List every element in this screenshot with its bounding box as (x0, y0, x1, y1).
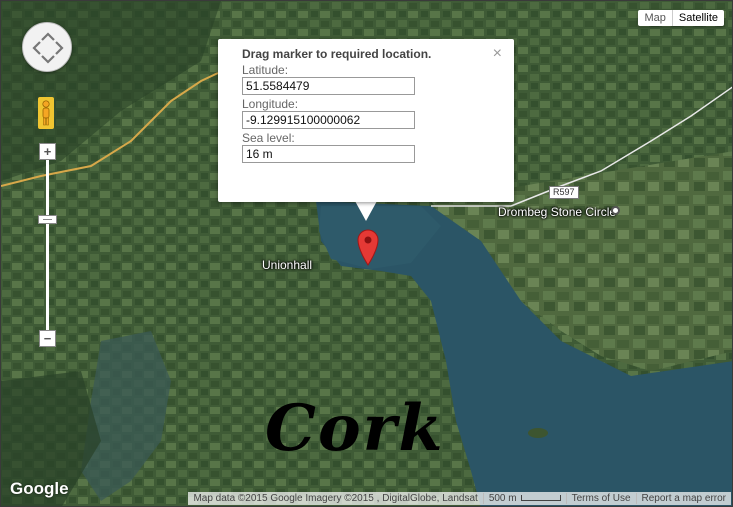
pan-right-icon (55, 41, 64, 55)
close-icon[interactable]: × (493, 45, 502, 63)
pegman-icon[interactable] (38, 97, 54, 129)
overlay-caption: Cork (265, 391, 445, 466)
map-data-attribution: Map data ©2015 Google Imagery ©2015 , Di… (193, 493, 478, 504)
sea-level-label: Sea level: (242, 131, 295, 145)
zoom-out-button[interactable]: − (39, 330, 56, 347)
sea-level-field[interactable]: 16 m (242, 145, 415, 163)
latitude-field[interactable]: 51.5584479 (242, 77, 415, 95)
scale-label: 500 m (488, 493, 517, 504)
pan-control[interactable] (22, 22, 72, 72)
report-error-link[interactable]: Report a map error (635, 493, 731, 504)
latitude-label: Latitude: (242, 63, 289, 77)
pan-left-icon (32, 41, 41, 55)
place-label-drombeg[interactable]: Drombeg Stone Circle (498, 205, 616, 219)
scale-control[interactable]: 500 m (482, 493, 566, 504)
google-logo[interactable]: Google (10, 479, 69, 499)
scale-bar-icon (520, 495, 561, 502)
pan-up-icon (41, 32, 55, 41)
zoom-track[interactable] (46, 153, 49, 335)
map-container[interactable]: Map Satellite + − Unionhall Drombeg Ston… (0, 0, 733, 507)
map-button[interactable]: Map (638, 10, 672, 26)
info-window-pointer (355, 201, 377, 221)
road-shield: R597 (549, 186, 579, 199)
place-label-unionhall[interactable]: Unionhall (262, 258, 312, 272)
terms-link[interactable]: Terms of Use (565, 493, 636, 504)
info-window-title: Drag marker to required location. (242, 47, 432, 61)
zoom-in-button[interactable]: + (39, 143, 56, 160)
poi-icon[interactable] (611, 206, 620, 215)
pan-down-icon (41, 55, 55, 64)
longitude-label: Longitude: (242, 97, 299, 111)
attribution-bar: Map data ©2015 Google Imagery ©2015 , Di… (188, 492, 731, 505)
zoom-slider-handle[interactable] (38, 215, 57, 224)
map-type-control: Map Satellite (638, 10, 724, 26)
satellite-button[interactable]: Satellite (671, 10, 724, 26)
location-marker-icon[interactable] (356, 228, 380, 266)
longitude-field[interactable]: -9.129915100000062 (242, 111, 415, 129)
info-window: Drag marker to required location. × Lati… (218, 39, 514, 202)
